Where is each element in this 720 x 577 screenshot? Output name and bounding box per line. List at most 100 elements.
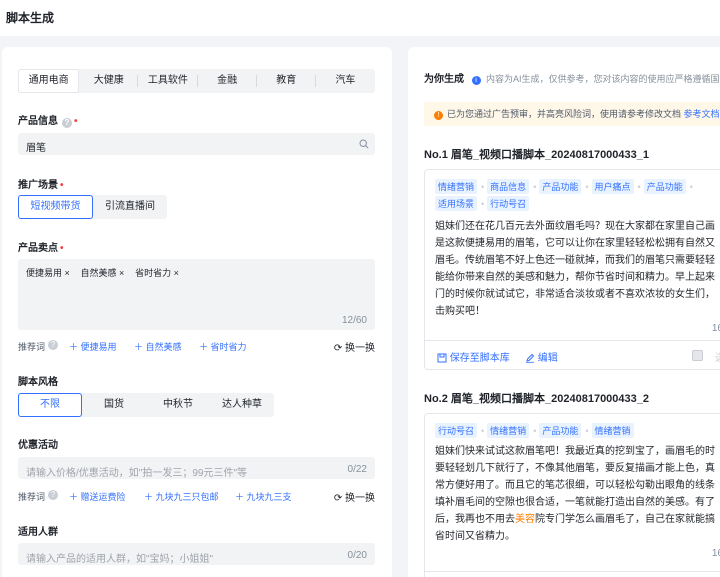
script-line: 姐妹们还在花几百元去外面纹眉毛吗？现在大家都在家里自己画	[435, 221, 715, 232]
tab-health-label: 大健康	[93, 75, 124, 86]
suggestion-shipping-insurance[interactable]: ＋ 赠送运费险	[69, 490, 126, 503]
selling-points-input[interactable]: 便捷易用 × 自然美感 × 省时省力 × 12/60	[18, 259, 375, 330]
required-mark: •	[60, 243, 64, 254]
selling-recommend-row: 推荐词 ? ＋ 便捷易用 ＋ 自然美感 ＋ 省时省力 ⟳ 换一换	[18, 339, 375, 354]
style-option-influencer[interactable]: 达人种草	[210, 393, 274, 417]
tab-finance-label: 金融	[217, 75, 238, 86]
tag: 产品功能	[539, 179, 582, 194]
tag: 适用场景	[435, 196, 478, 211]
script-line: 要轻轻划几下就行了，不像其他眉笔，要反复描画才能上色，真	[435, 463, 715, 474]
style-label-text: 脚本风格	[18, 377, 58, 388]
promo-label-text: 优惠活动	[18, 440, 58, 451]
script-line: 能给你带来自然的美感和魅力，帮你节省时间和精力。早上起来	[435, 272, 715, 283]
help-icon[interactable]: ?	[48, 490, 58, 500]
product-label-text: 产品信息	[18, 116, 58, 127]
suggestion-three-free-shipping[interactable]: ＋ 九块九三只包邮	[144, 490, 219, 503]
product-input[interactable]: 眉笔	[18, 133, 375, 155]
char-count: 0/22	[347, 464, 367, 475]
notice-link[interactable]: 参考文档	[684, 109, 720, 119]
page-title: 脚本生成	[6, 11, 55, 25]
style-selector: 不限 国货 中秋节 达人种草	[18, 393, 274, 417]
refresh-icon: ⟳	[333, 343, 343, 354]
suggestion-natural[interactable]: ＋ 自然美感	[134, 340, 182, 353]
script-line: 姐妹们快来试试这款眉笔吧！我最近真的挖到宝了，画眉毛的时	[435, 446, 715, 457]
char-count: 16	[711, 323, 720, 334]
selling-chip[interactable]: 省时省力 ×	[135, 266, 179, 279]
search-icon[interactable]	[359, 139, 369, 149]
promo-label: 优惠活动	[18, 436, 58, 451]
audience-placeholder: 请输入产品的适用人群，如"宝妈；小姐姐"	[26, 554, 214, 565]
selling-label-text: 产品卖点	[18, 243, 58, 254]
suggestion-timesaving[interactable]: ＋ 省时省力	[199, 340, 247, 353]
scene-option-short-video[interactable]: 短视频带货	[18, 195, 93, 219]
scene-selector: 短视频带货 引流直播间	[18, 195, 167, 219]
tab-health[interactable]: 大健康	[79, 69, 139, 93]
tag: 情绪营销	[591, 423, 634, 438]
result-title: No.1 眉笔_视频口播脚本_20240817000433_1	[424, 149, 650, 161]
tab-general-ecommerce[interactable]: 通用电商	[18, 69, 80, 93]
script-line: 是这款便捷易用的眉笔，它可以让你在家里轻轻松松拥有自然又	[435, 238, 715, 249]
notice-text: 已为您通过广告预审，并高亮风险词，使用请参考修改文档	[447, 109, 682, 119]
script-line: 填补眉毛间的空隙也很合适，一笔就能打造出自然的美感。有了	[435, 497, 715, 508]
style-option-domestic[interactable]: 国货	[82, 393, 146, 417]
results-title: 为你生成	[424, 74, 464, 85]
select-checkbox[interactable]	[692, 350, 703, 361]
audience-label-text: 适用人群	[18, 527, 58, 538]
help-icon[interactable]: ?	[48, 340, 58, 350]
tag: 产品功能	[539, 423, 582, 438]
promo-placeholder: 请输入价格/优惠活动，如"拍一发三；99元三件"等	[26, 468, 248, 479]
suggestion-convenient[interactable]: ＋ 便捷易用	[69, 340, 117, 353]
tag-row: 适用场景 • 行动号召	[435, 196, 530, 211]
save-icon	[437, 353, 447, 363]
tab-education[interactable]: 教育	[257, 69, 316, 93]
scene-label: 推广场景 •	[18, 176, 64, 191]
industry-tabs: 通用电商 大健康 工具软件 金融 教育 汽车	[18, 69, 375, 93]
scene-label-text: 推广场景	[18, 180, 58, 191]
edit-icon	[526, 353, 535, 363]
result-title: No.2 眉笔_视频口播脚本_20240817000433_2	[424, 393, 650, 405]
card-footer: 保存至脚本库 编辑 选	[425, 340, 720, 369]
tag: 情绪营销	[435, 179, 478, 194]
help-icon[interactable]: ?	[62, 118, 72, 128]
swap-label: 换一换	[345, 343, 375, 354]
tab-tools-label: 工具软件	[147, 75, 188, 86]
script-line: 门的时候你就试试它，非常适合淡妆或者不喜欢浓妆的女生们，	[435, 289, 715, 300]
review-notice: ! 已为您通过广告预审，并高亮风险词，使用请参考修改文档 参考文档	[424, 102, 720, 126]
swap-button[interactable]: ⟳ 换一换	[334, 489, 375, 504]
style-label: 脚本风格	[18, 373, 58, 388]
suggestion-three-pieces[interactable]: ＋ 九块九三支	[235, 490, 292, 503]
edit-button[interactable]: 编辑	[525, 349, 558, 364]
recommend-label: 推荐词	[18, 342, 46, 352]
info-icon: i	[471, 76, 481, 85]
char-count: 12/60	[341, 315, 367, 326]
tag: 用户痛点	[591, 179, 634, 194]
scene-option-live[interactable]: 引流直播间	[93, 195, 167, 219]
tab-tools-software[interactable]: 工具软件	[138, 69, 198, 93]
tag: 行动号召	[435, 423, 478, 438]
ai-disclaimer: 内容为AI生成，仅供参考，您对该内容的使用应严格遵循国家	[486, 74, 720, 84]
save-label: 保存至脚本库	[449, 353, 510, 364]
script-text: 姐妹们还在花几百元去外面纹眉毛吗？现在大家都在家里自己画 是这款便捷易用的眉笔，…	[435, 218, 720, 320]
tab-finance[interactable]: 金融	[198, 69, 257, 93]
tab-auto[interactable]: 汽车	[316, 69, 375, 93]
swap-button[interactable]: ⟳ 换一换	[334, 339, 375, 354]
result-card: 行动号召 • 情绪营销 • 产品功能 • 情绪营销 姐妹们快来试试这款眉笔吧！我最近真的挖到…	[424, 413, 720, 577]
tag: 商品信息	[487, 179, 530, 194]
selling-chip[interactable]: 便捷易用 ×	[26, 266, 70, 279]
tag-row: 行动号召 • 情绪营销 • 产品功能 • 情绪营销	[435, 423, 635, 438]
risk-word-highlight: 美容	[515, 514, 535, 525]
required-mark: •	[60, 180, 64, 191]
save-to-library-button[interactable]: 保存至脚本库	[437, 349, 510, 364]
script-line: 省时间又省精力。	[435, 531, 515, 542]
char-count: 0/20	[347, 550, 367, 561]
style-option-midautumn[interactable]: 中秋节	[146, 393, 210, 417]
promo-recommend-row: 推荐词 ? ＋ 赠送运费险 ＋ 九块九三只包邮 ＋ 九块九三支 ⟳ 换一换	[18, 489, 375, 504]
tag: 情绪营销	[487, 423, 530, 438]
style-option-any[interactable]: 不限	[18, 393, 82, 417]
results-header: 为你生成 i 内容为AI生成，仅供参考，您对该内容的使用应严格遵循国家	[424, 70, 720, 85]
refresh-icon: ⟳	[333, 493, 343, 504]
audience-input[interactable]: 请输入产品的适用人群，如"宝妈；小姐姐" 0/20	[18, 543, 375, 565]
product-label: 产品信息? •	[18, 112, 78, 128]
selling-chip[interactable]: 自然美感 ×	[81, 266, 125, 279]
promo-input[interactable]: 请输入价格/优惠活动，如"拍一发三；99元三件"等 0/22	[18, 457, 375, 479]
